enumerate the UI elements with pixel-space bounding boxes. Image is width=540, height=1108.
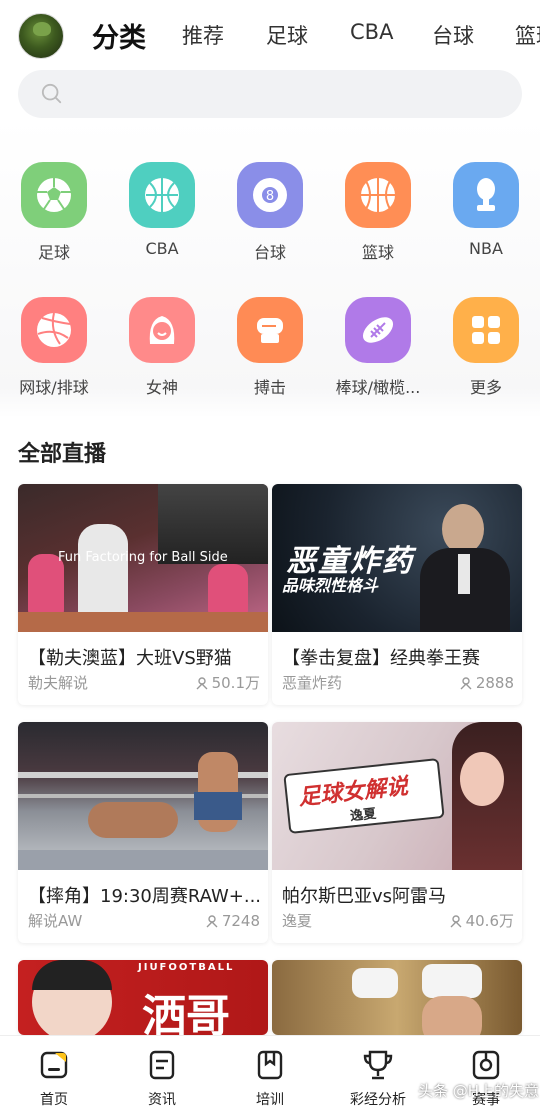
news-icon <box>149 1050 175 1080</box>
home-icon <box>40 1051 68 1079</box>
category-goddess[interactable]: 女神 <box>108 297 216 398</box>
view-count: 7248 <box>221 911 260 930</box>
stream-thumbnail: Fun Factoring for Ball Side <box>18 484 268 632</box>
tab-cba[interactable]: CBA <box>350 20 393 44</box>
tab-category[interactable]: 分类 <box>92 16 146 55</box>
category-basketball[interactable]: 篮球 <box>324 162 432 263</box>
search-icon <box>41 83 62 104</box>
stream-thumbnail <box>18 722 268 870</box>
category-cba[interactable]: CBA <box>108 162 216 258</box>
stream-thumbnail: 足球女解说 逸夏 <box>272 722 522 870</box>
stream-author: 解说AW <box>28 912 83 930</box>
category-baseball-rugby[interactable]: 棒球/橄榄... <box>324 297 432 398</box>
avatar[interactable] <box>18 13 64 59</box>
boxing-glove-icon <box>237 297 303 363</box>
category-grid: 足球 CBA 8 台球 篮球 NBA 网球/排球 女神 搏击 棒球/橄榄... … <box>0 118 540 418</box>
billiard-ball-icon: 8 <box>237 162 303 228</box>
thumbnail-subcaption: JIUFOOTBALL <box>138 962 235 973</box>
stream-title: 【拳击复盘】经典拳王赛 <box>282 648 480 669</box>
watermark: 头条 @H上的失意 <box>418 1082 540 1100</box>
stream-author: 勒夫解说 <box>28 674 89 692</box>
tab-football[interactable]: 足球 <box>266 20 308 50</box>
basketball-icon <box>129 162 195 228</box>
category-more[interactable]: 更多 <box>432 297 540 398</box>
stream-thumbnail <box>272 960 522 1035</box>
viewers-icon <box>206 914 218 927</box>
stream-thumbnail: JIUFOOTBALL 洒哥 <box>18 960 268 1035</box>
category-nba[interactable]: NBA <box>432 162 540 258</box>
search-bar[interactable] <box>18 70 522 118</box>
view-count: 2888 <box>475 673 514 692</box>
category-football[interactable]: 足球 <box>0 162 108 263</box>
stream-card[interactable]: 恶童炸药 品味烈性格斗 【拳击复盘】经典拳王赛 恶童炸药 2888 <box>272 484 522 705</box>
stream-card[interactable] <box>272 960 522 1035</box>
thumbnail-caption: Fun Factoring for Ball Side <box>58 550 228 565</box>
category-billiards[interactable]: 8 台球 <box>216 162 324 263</box>
match-icon <box>472 1050 500 1080</box>
category-combat[interactable]: 搏击 <box>216 297 324 398</box>
thumbnail-caption: 洒哥 <box>142 991 230 1035</box>
section-title: 全部直播 <box>18 442 107 467</box>
stream-author: 逸夏 <box>282 912 313 930</box>
girl-icon <box>129 297 195 363</box>
stream-card[interactable]: 足球女解说 逸夏 帕尔斯巴亚vs阿雷马 逸夏 40.6万 <box>272 722 522 943</box>
trophy-icon <box>453 162 519 228</box>
bookmark-icon <box>257 1050 283 1080</box>
viewers-icon <box>196 676 208 689</box>
top-tab-bar: 分类 推荐 足球 CBA 台球 篮球 <box>0 0 540 72</box>
stream-title: 【勒夫澳蓝】大班VS野猫 <box>28 648 232 669</box>
tab-basketball[interactable]: 篮球 <box>515 20 540 50</box>
nav-home[interactable]: 首页 <box>0 1036 108 1108</box>
stream-title: 【摔角】19:30周赛RAW+... <box>28 886 262 907</box>
search-input[interactable] <box>74 70 504 118</box>
svg-text:8: 8 <box>266 189 274 204</box>
view-count: 50.1万 <box>211 674 260 692</box>
stream-title: 帕尔斯巴亚vs阿雷马 <box>282 886 447 907</box>
volleyball-icon <box>21 297 87 363</box>
nav-news[interactable]: 资讯 <box>108 1036 216 1108</box>
viewers-icon <box>450 914 462 927</box>
tab-recommend[interactable]: 推荐 <box>182 20 224 50</box>
stream-author: 恶童炸药 <box>282 674 343 692</box>
nav-training[interactable]: 培训 <box>216 1036 324 1108</box>
stream-card[interactable]: Fun Factoring for Ball Side 【勒夫澳蓝】大班VS野猫… <box>18 484 268 705</box>
thumbnail-subcaption: 逸夏 <box>349 806 377 825</box>
nav-analysis[interactable]: 彩经分析 <box>324 1036 432 1108</box>
grid-icon <box>453 297 519 363</box>
basketball-icon <box>345 162 411 228</box>
trophy-cup-icon <box>363 1050 393 1080</box>
stream-card[interactable]: 【摔角】19:30周赛RAW+... 解说AW 7248 <box>18 722 268 943</box>
thumbnail-subcaption: 品味烈性格斗 <box>282 576 379 595</box>
view-count: 40.6万 <box>465 912 514 930</box>
tab-billiards[interactable]: 台球 <box>432 20 474 50</box>
stream-thumbnail: 恶童炸药 品味烈性格斗 <box>272 484 522 632</box>
viewers-icon <box>460 676 472 689</box>
rugby-ball-icon <box>345 297 411 363</box>
soccer-ball-icon <box>21 162 87 228</box>
stream-card[interactable]: JIUFOOTBALL 洒哥 <box>18 960 268 1035</box>
category-tennis-volleyball[interactable]: 网球/排球 <box>0 297 108 398</box>
